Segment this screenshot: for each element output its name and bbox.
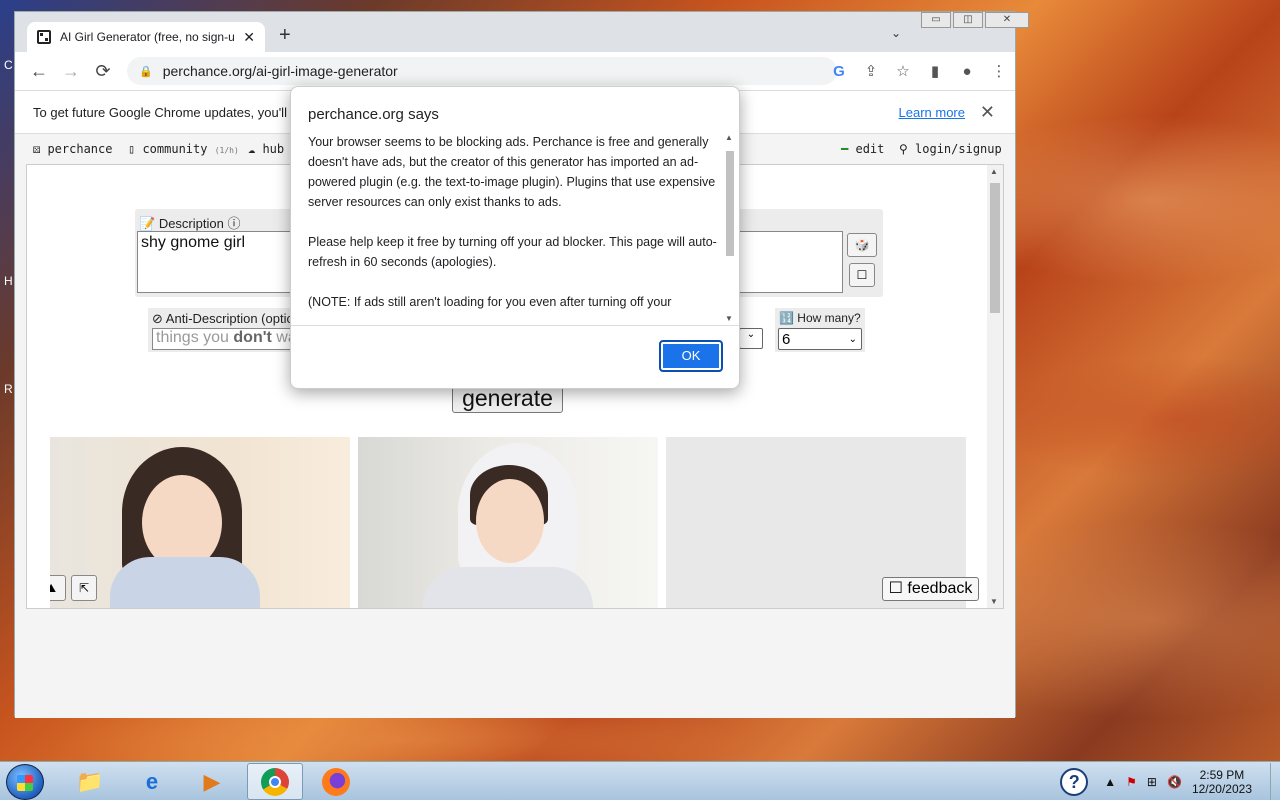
image-face	[476, 479, 544, 563]
network-icon[interactable]: ⊞	[1147, 775, 1157, 789]
tab-title: AI Girl Generator (free, no sign-u	[60, 30, 235, 44]
share-icon[interactable]: ⇪	[855, 62, 887, 80]
dialog-message: Your browser seems to be blocking ads. P…	[308, 132, 723, 322]
image-face	[142, 475, 222, 570]
description-label: 📝 Description ⓘ	[139, 216, 241, 231]
randomize-button[interactable]: 🎲	[847, 233, 877, 257]
clear-button[interactable]: ☐	[849, 263, 875, 287]
google-lens-icon[interactable]: G	[823, 63, 855, 80]
ok-button[interactable]: OK	[659, 340, 723, 372]
toolbar-icons: G ⇪ ☆ ▮ ● ⋮	[823, 52, 1015, 90]
clock-date: 12/20/2023	[1191, 781, 1252, 796]
expand-icon[interactable]: ⇱	[71, 575, 97, 601]
back-button[interactable]: ←	[23, 61, 55, 82]
clock-time: 2:59 PM	[1199, 767, 1245, 782]
desktop-icon-label: H	[4, 274, 13, 288]
dialog-scrollbar-thumb[interactable]	[726, 151, 734, 256]
tab-search-icon[interactable]: ⌄	[891, 26, 901, 40]
scrollbar-thumb[interactable]	[990, 183, 1000, 313]
tray-expand-icon[interactable]: ▲	[1104, 775, 1116, 789]
action-center-icon[interactable]: ⚑	[1126, 775, 1137, 789]
show-desktop-button[interactable]	[1270, 762, 1280, 800]
anti-description-panel: ⊘ Anti-Description (optic things you don…	[148, 308, 298, 352]
how-many-select[interactable]: 6 ⌄	[778, 328, 862, 350]
desktop-icon-label: R	[4, 382, 13, 396]
how-many-label: 🔢 How many?	[779, 311, 861, 325]
dialog-divider	[291, 325, 739, 326]
clock[interactable]: 2:59 PM 12/20/2023	[1192, 768, 1252, 796]
nav-hub-link[interactable]: ☁ hub	[248, 142, 284, 156]
learn-more-link[interactable]: Learn more	[899, 105, 965, 120]
dialog-paragraph: (NOTE: If ads still aren't loading for y…	[308, 295, 672, 309]
desktop-icon-label: C	[4, 58, 13, 72]
forward-button[interactable]: →	[55, 61, 87, 82]
style-select[interactable]: ⌄	[739, 328, 763, 349]
firefox-taskbar-icon[interactable]	[308, 763, 364, 800]
gallery-icon[interactable]: ⛰	[50, 575, 66, 601]
url-text: perchance.org/ai-girl-image-generator	[162, 63, 398, 79]
taskbar: 📁 e ▶ ? ▲ ⚑ ⊞ 🔇 2:59 PM 12/20/2023	[0, 761, 1280, 800]
menu-dots-icon[interactable]: ⋮	[983, 62, 1015, 80]
chrome-taskbar-icon[interactable]	[247, 763, 303, 800]
image-body	[110, 557, 260, 608]
result-image[interactable]	[358, 437, 658, 608]
start-button[interactable]	[6, 764, 44, 800]
profile-icon[interactable]: ●	[951, 63, 983, 80]
reload-button[interactable]: ⟳	[87, 61, 119, 82]
infobar-text: To get future Google Chrome updates, you…	[33, 104, 287, 120]
window-controls: ▭ ◫ ✕	[919, 12, 1029, 28]
dialog-title: perchance.org says	[308, 106, 439, 123]
how-many-panel: 🔢 How many? 6 ⌄	[775, 308, 865, 352]
close-window-button[interactable]: ✕	[985, 12, 1029, 28]
perchance-favicon-icon	[37, 30, 51, 44]
infobar-close-icon[interactable]: ✕	[980, 102, 995, 123]
nav-community-link[interactable]: ▯ community (1/h)	[128, 142, 239, 156]
nav-login-link[interactable]: ⚲ login/signup	[899, 142, 1002, 156]
bookmark-star-icon[interactable]: ☆	[887, 62, 919, 80]
new-tab-button[interactable]: +	[279, 24, 291, 47]
minimize-button[interactable]: ▭	[921, 12, 951, 28]
browser-toolbar: ← → ⟳ 🔒 perchance.org/ai-girl-image-gene…	[15, 52, 1015, 90]
lock-icon: 🔒	[139, 65, 153, 78]
alert-dialog: perchance.org says Your browser seems to…	[290, 86, 740, 389]
dialog-paragraph: Please help keep it free by turning off …	[308, 235, 717, 269]
nav-perchance-link[interactable]: ⚄ perchance	[33, 142, 112, 156]
anti-description-label: ⊘ Anti-Description (optic	[152, 311, 293, 326]
browser-tab[interactable]: AI Girl Generator (free, no sign-u ✕	[27, 22, 265, 52]
volume-muted-icon[interactable]: 🔇	[1167, 775, 1182, 789]
tab-close-icon[interactable]: ✕	[243, 29, 255, 46]
side-panel-icon[interactable]: ▮	[919, 62, 951, 80]
anti-description-input[interactable]: things you don't wa	[152, 328, 292, 350]
dialog-paragraph: Your browser seems to be blocking ads. P…	[308, 135, 716, 209]
media-player-taskbar-icon[interactable]: ▶	[184, 763, 240, 800]
feedback-button[interactable]: ☐ feedback	[882, 577, 979, 601]
page-scrollbar[interactable]: ▲ ▼	[987, 165, 1003, 608]
internet-explorer-taskbar-icon[interactable]: e	[124, 763, 180, 800]
explorer-taskbar-icon[interactable]: 📁	[62, 763, 118, 800]
dialog-scrollbar[interactable]: ▲ ▼	[723, 133, 737, 323]
address-bar[interactable]: 🔒 perchance.org/ai-girl-image-generator	[127, 57, 837, 85]
system-tray: ? ▲ ⚑ ⊞ 🔇 2:59 PM 12/20/2023	[1060, 762, 1280, 800]
nav-edit-link[interactable]: ━ edit	[841, 142, 884, 156]
maximize-button[interactable]: ◫	[953, 12, 983, 28]
image-body	[423, 567, 593, 608]
help-icon[interactable]: ?	[1060, 767, 1089, 796]
